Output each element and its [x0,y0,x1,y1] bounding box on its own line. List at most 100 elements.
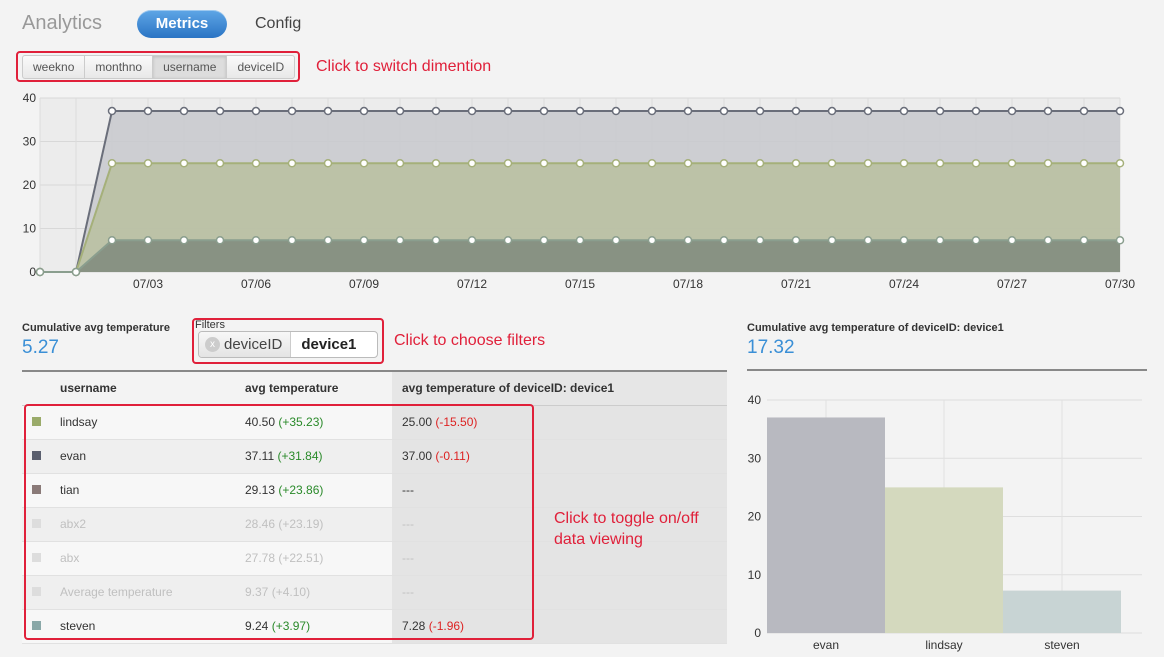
series-1-point [971,159,981,168]
series-2-point [647,235,657,245]
series-1-point [107,159,117,168]
series-1-point [251,159,261,168]
bar-evan [767,417,885,633]
y-tick-label: 30 [23,135,37,149]
x-tick-label: 07/12 [457,277,487,291]
series-2-point [359,235,369,245]
series-2-point [395,235,405,245]
series-1-point [1007,159,1017,168]
table-header-device-avg[interactable]: avg temperature of deviceID: device1 [392,370,727,406]
series-0-point [251,106,261,116]
annotation-toggle-box [24,404,534,640]
series-2-point [1115,235,1125,245]
series-0-point [791,106,801,116]
bar-y-tick-label: 20 [748,510,762,524]
app-brand: Analytics [22,12,103,34]
series-1-point [683,159,693,168]
x-tick-label: 07/06 [241,277,271,291]
dimension-weekno-button[interactable]: weekno [23,56,86,78]
series-1-point [323,159,333,168]
filtered-cumulative-value: 17.32 [747,337,795,358]
bar-steven [1003,590,1121,633]
series-1-point [863,159,873,168]
filter-key[interactable]: x deviceID [199,332,292,357]
annotation-choose-filters: Click to choose filters [394,332,546,349]
annotation-switch-dimension: Click to switch dimention [316,58,492,75]
series-2-point [215,235,225,245]
series-0-point [467,106,477,116]
series-0-point [935,106,945,116]
series-2-point [143,235,153,245]
table-header-avg[interactable]: avg temperature [245,370,392,406]
bar-y-tick-label: 40 [748,393,762,407]
series-2-point [1007,235,1017,245]
series-1-point [827,159,837,168]
series-2-point [791,235,801,245]
right-divider [747,369,1147,371]
y-tick-label: 0 [29,265,36,279]
series-2-point [107,235,117,245]
series-0-point [287,106,297,116]
series-1-point [719,159,729,168]
series-0-point [1079,106,1089,116]
series-2-point [971,235,981,245]
series-2-point [431,235,441,245]
bar-x-tick-label: steven [1044,638,1079,652]
series-1-point [1115,159,1125,168]
series-2-point [179,235,189,245]
dimension-deviceid-button[interactable]: deviceID [227,56,294,78]
remove-filter-icon[interactable]: x [205,337,220,352]
tab-metrics[interactable]: Metrics [137,10,227,38]
series-0-point [215,106,225,116]
series-2-point [827,235,837,245]
series-2-point [35,267,45,277]
tab-config[interactable]: Config [255,15,301,33]
series-1-point [539,159,549,168]
table-header-swatch [22,370,60,406]
series-2-point [755,235,765,245]
series-1-point [755,159,765,168]
bar-y-tick-label: 30 [748,451,762,465]
series-2-point [575,235,585,245]
series-0-point [1115,106,1125,116]
annotation-toggle-line2: data viewing [554,531,643,548]
series-1-point [1043,159,1053,168]
series-2-point [287,235,297,245]
filter-chip[interactable]: x deviceID device1 [198,331,378,358]
dimension-username-button[interactable]: username [153,56,228,78]
series-1-point [611,159,621,168]
series-1-point [431,159,441,168]
series-0-point [755,106,765,116]
series-2-point [1043,235,1053,245]
series-1-point [899,159,909,168]
x-tick-label: 07/15 [565,277,595,291]
x-tick-label: 07/30 [1105,277,1135,291]
series-2-area [40,240,1120,272]
series-1-point [179,159,189,168]
annotation-toggle-line1: Click to toggle on/off [554,510,699,527]
series-0-point [971,106,981,116]
table-header-username[interactable]: username [60,370,245,406]
filter-value[interactable]: device1 [291,336,366,353]
series-2-point [899,235,909,245]
cumulative-value: 5.27 [22,337,59,358]
series-0-point [431,106,441,116]
series-1-point [359,159,369,168]
series-2-point [1079,235,1089,245]
series-0-point [1043,106,1053,116]
series-0-point [899,106,909,116]
series-2-point [719,235,729,245]
time-series-area-chart: 0 10 20 30 40 07/03 07/06 07/09 07/12 07/15 07/18 0… [23,91,1136,291]
dimension-monthno-button[interactable]: monthno [85,56,154,78]
series-0-point [179,106,189,116]
y-tick-label: 40 [23,91,37,105]
series-0-point [647,106,657,116]
x-tick-label: 07/09 [349,277,379,291]
series-0-point [863,106,873,116]
x-tick-label: 07/18 [673,277,703,291]
series-2-point [935,235,945,245]
filter-key-label: deviceID [224,336,283,353]
series-1-point [575,159,585,168]
bar-chart: 0 10 20 30 40 evan lindsay steven [748,393,1142,652]
series-0-point [359,106,369,116]
